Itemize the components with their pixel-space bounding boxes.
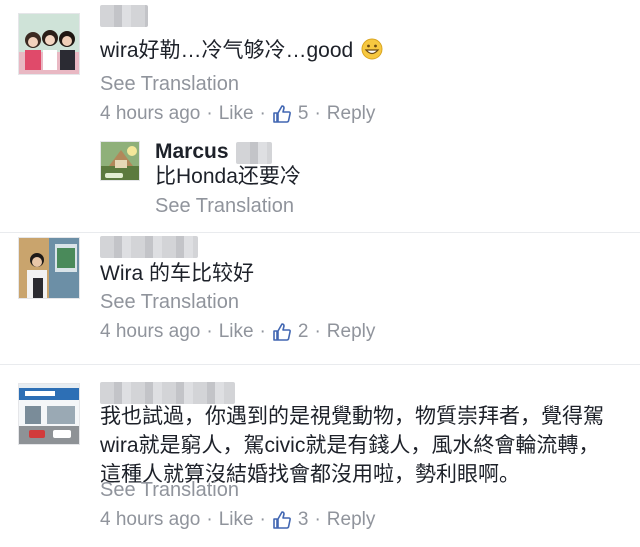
reply-link[interactable]: Reply [327,509,376,531]
see-translation-link[interactable]: See Translation [155,195,294,218]
commenter-name-blurred[interactable] [100,5,148,27]
separator: · [259,509,266,530]
comment-text: Wira 的车比较好 [100,262,254,285]
comment-text-line: wira就是窮人，駕civic就是有錢人，風水終會輪流轉， [100,434,600,457]
reply-author-name-blurred [236,142,272,164]
avatar[interactable] [18,13,80,75]
comment-time[interactable]: 4 hours ago [100,509,200,531]
like-link[interactable]: Like [219,509,254,531]
separator: · [259,321,266,342]
comment-meta: 4 hours ago · Like · 3 · Reply [100,509,375,531]
separator: · [259,103,266,124]
like-thumb-icon [273,511,291,529]
see-translation-link[interactable]: See Translation [100,291,239,314]
reply-text: 比Honda还要冷 [155,165,301,188]
like-link[interactable]: Like [219,321,254,343]
reply-link[interactable]: Reply [327,103,376,125]
separator: · [206,321,213,342]
like-count: 3 [297,509,309,530]
divider [0,232,640,233]
avatar[interactable] [18,237,80,299]
separator: · [206,103,213,124]
separator: · [314,509,321,530]
reply-avatar[interactable] [100,141,140,181]
comment-time[interactable]: 4 hours ago [100,103,200,125]
like-link[interactable]: Like [219,103,254,125]
like-count: 5 [297,103,309,124]
avatar[interactable] [18,383,80,445]
comment-text: 我也試過，你遇到的是視覺動物，物質崇拜者，覺得駕 wira就是窮人，駕civic… [100,402,630,489]
commenter-name-blurred[interactable] [100,382,235,404]
separator: · [314,321,321,342]
like-thumb-icon [273,105,291,123]
see-translation-link[interactable]: See Translation [100,479,239,502]
reply-author-name[interactable]: Marcus [155,140,229,164]
like-thumb-icon [273,323,291,341]
commenter-name-blurred[interactable] [100,236,198,258]
separator: · [206,509,213,530]
like-count: 2 [297,321,309,342]
comment-time[interactable]: 4 hours ago [100,321,200,343]
comment-meta: 4 hours ago · Like · 5 · Reply [100,103,375,125]
see-translation-link[interactable]: See Translation [100,73,239,96]
comment-text-line: 我也試過，你遇到的是視覺動物，物質崇拜者，覺得駕 [100,405,604,428]
divider [0,364,640,365]
comment-meta: 4 hours ago · Like · 2 · Reply [100,321,375,343]
comment-text: wira好勒…冷气够冷…good [100,36,383,65]
grinning-emoji-icon [361,38,383,60]
reply-link[interactable]: Reply [327,321,376,343]
separator: · [314,103,321,124]
